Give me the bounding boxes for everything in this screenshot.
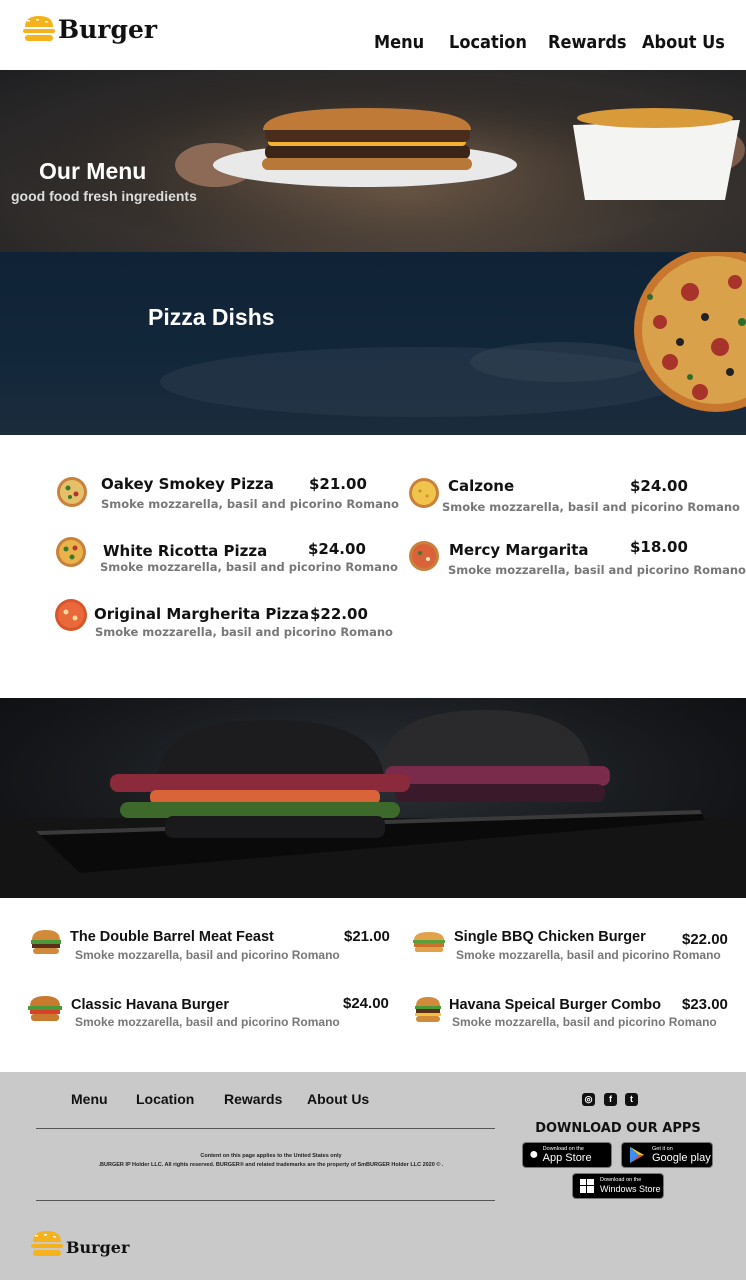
apple-icon: ● bbox=[529, 1146, 539, 1163]
pizza-item-name[interactable]: Mercy Margarita bbox=[449, 541, 589, 559]
windows-store-button[interactable]: Download on the Windows Store bbox=[572, 1173, 664, 1199]
burger-item-name[interactable]: Single BBQ Chicken Burger bbox=[454, 929, 646, 945]
footer-nav-rewards[interactable]: Rewards bbox=[224, 1091, 282, 1107]
burger-item-price: $22.00 bbox=[682, 931, 728, 948]
brand-name: Burger bbox=[58, 14, 158, 44]
black-burgers-photo bbox=[0, 710, 746, 898]
pizza-section-title: Pizza Dishs bbox=[148, 304, 275, 330]
twitter-icon[interactable]: t bbox=[625, 1093, 638, 1106]
windows-icon bbox=[580, 1179, 594, 1193]
nav-location[interactable]: Location bbox=[449, 32, 527, 53]
instagram-icon[interactable]: ◎ bbox=[582, 1093, 595, 1106]
hero-title: Our Menu bbox=[39, 158, 147, 184]
burger-item-price: $21.00 bbox=[344, 928, 390, 945]
burger-item-description: Smoke mozzarella, basil and picorino Rom… bbox=[75, 1015, 340, 1029]
pizza-banner bbox=[0, 252, 746, 435]
hero-subtitle: good food fresh ingredients bbox=[11, 188, 197, 204]
burger-item-price: $24.00 bbox=[343, 995, 389, 1012]
windows-store-label: Windows Store bbox=[600, 1184, 661, 1194]
google-play-icon bbox=[630, 1147, 644, 1163]
burger-item-name[interactable]: Havana Speical Burger Combo bbox=[449, 997, 661, 1013]
footer-nav-location[interactable]: Location bbox=[136, 1091, 194, 1107]
site-header: Burger Menu Location Rewards About Us bbox=[0, 0, 746, 70]
burger-item-name[interactable]: The Double Barrel Meat Feast bbox=[70, 929, 274, 945]
facebook-icon[interactable]: f bbox=[604, 1093, 617, 1106]
legal-notice: Content on this page applies to the Unit… bbox=[200, 1153, 342, 1159]
pizza-item-name[interactable]: Original Margherita Pizza bbox=[94, 605, 309, 623]
pizza-item-price: $18.00 bbox=[630, 538, 688, 556]
burger-thumbnail-icon bbox=[415, 997, 441, 1022]
pizza-item-name[interactable]: Calzone bbox=[448, 477, 514, 495]
burger-item-description: Smoke mozzarella, basil and picorino Rom… bbox=[75, 948, 340, 962]
pizza-thumbnail-icon bbox=[57, 477, 87, 507]
pizza-item-price: $21.00 bbox=[309, 475, 367, 493]
pizza-item-description: Smoke mozzarella, basil and picorino Rom… bbox=[95, 625, 393, 639]
burger-item-description: Smoke mozzarella, basil and picorino Rom… bbox=[452, 1015, 717, 1029]
app-store-button[interactable]: ● Download on the App Store bbox=[522, 1142, 612, 1168]
app-store-label: App Store bbox=[542, 1152, 592, 1164]
footer-brand-name: Burger bbox=[66, 1238, 130, 1257]
pizza-thumbnail-icon bbox=[56, 537, 86, 567]
burger-thumbnail-icon bbox=[28, 996, 62, 1021]
pizza-item-price: $22.00 bbox=[310, 605, 368, 623]
google-play-button[interactable]: Get it on Google play bbox=[621, 1142, 713, 1168]
pizza-item-description: Smoke mozzarella, basil and picorino Rom… bbox=[101, 497, 399, 511]
footer-divider bbox=[36, 1128, 495, 1129]
footer-brand-logo[interactable]: Burger bbox=[28, 1229, 129, 1259]
footer-nav-about-us[interactable]: About Us bbox=[307, 1091, 369, 1107]
pizza-item-price: $24.00 bbox=[308, 540, 366, 558]
pizza-thumbnail-icon bbox=[409, 478, 439, 508]
pizza-thumbnail-icon bbox=[409, 541, 439, 571]
pizza-item-description: Smoke mozzarella, basil and picorino Rom… bbox=[448, 563, 746, 577]
google-play-label: Google play bbox=[652, 1152, 711, 1164]
footer-divider bbox=[36, 1200, 495, 1201]
nav-about-us[interactable]: About Us bbox=[642, 32, 725, 53]
burger-item-price: $23.00 bbox=[682, 996, 728, 1013]
download-apps-title: DOWNLOAD OUR APPS bbox=[535, 1121, 701, 1136]
pizza-thumbnail-icon bbox=[55, 599, 87, 631]
burger-thumbnail-icon bbox=[413, 932, 445, 952]
nav-menu[interactable]: Menu bbox=[374, 32, 424, 53]
burger-thumbnail-icon bbox=[31, 930, 61, 954]
burger-banner bbox=[0, 698, 746, 898]
nav-rewards[interactable]: Rewards bbox=[548, 32, 627, 53]
pizza-item-description: Smoke mozzarella, basil and picorino Rom… bbox=[442, 500, 740, 514]
pizza-item-description: Smoke mozzarella, basil and picorino Rom… bbox=[100, 560, 398, 574]
burger-item-name[interactable]: Classic Havana Burger bbox=[71, 997, 229, 1013]
burger-logo-icon bbox=[23, 16, 55, 41]
pizza-item-name[interactable]: White Ricotta Pizza bbox=[103, 542, 267, 560]
brand-logo[interactable]: Burger bbox=[22, 14, 157, 44]
pizza-item-name[interactable]: Oakey Smokey Pizza bbox=[101, 475, 274, 493]
burger-logo-icon bbox=[31, 1231, 63, 1256]
pizza-photo bbox=[160, 252, 746, 417]
footer-nav-menu[interactable]: Menu bbox=[71, 1091, 108, 1107]
burger-item-description: Smoke mozzarella, basil and picorino Rom… bbox=[456, 948, 721, 962]
pizza-item-price: $24.00 bbox=[630, 477, 688, 495]
copyright-notice: .BURGER IP Holder LLC. All rights reserv… bbox=[98, 1162, 444, 1168]
